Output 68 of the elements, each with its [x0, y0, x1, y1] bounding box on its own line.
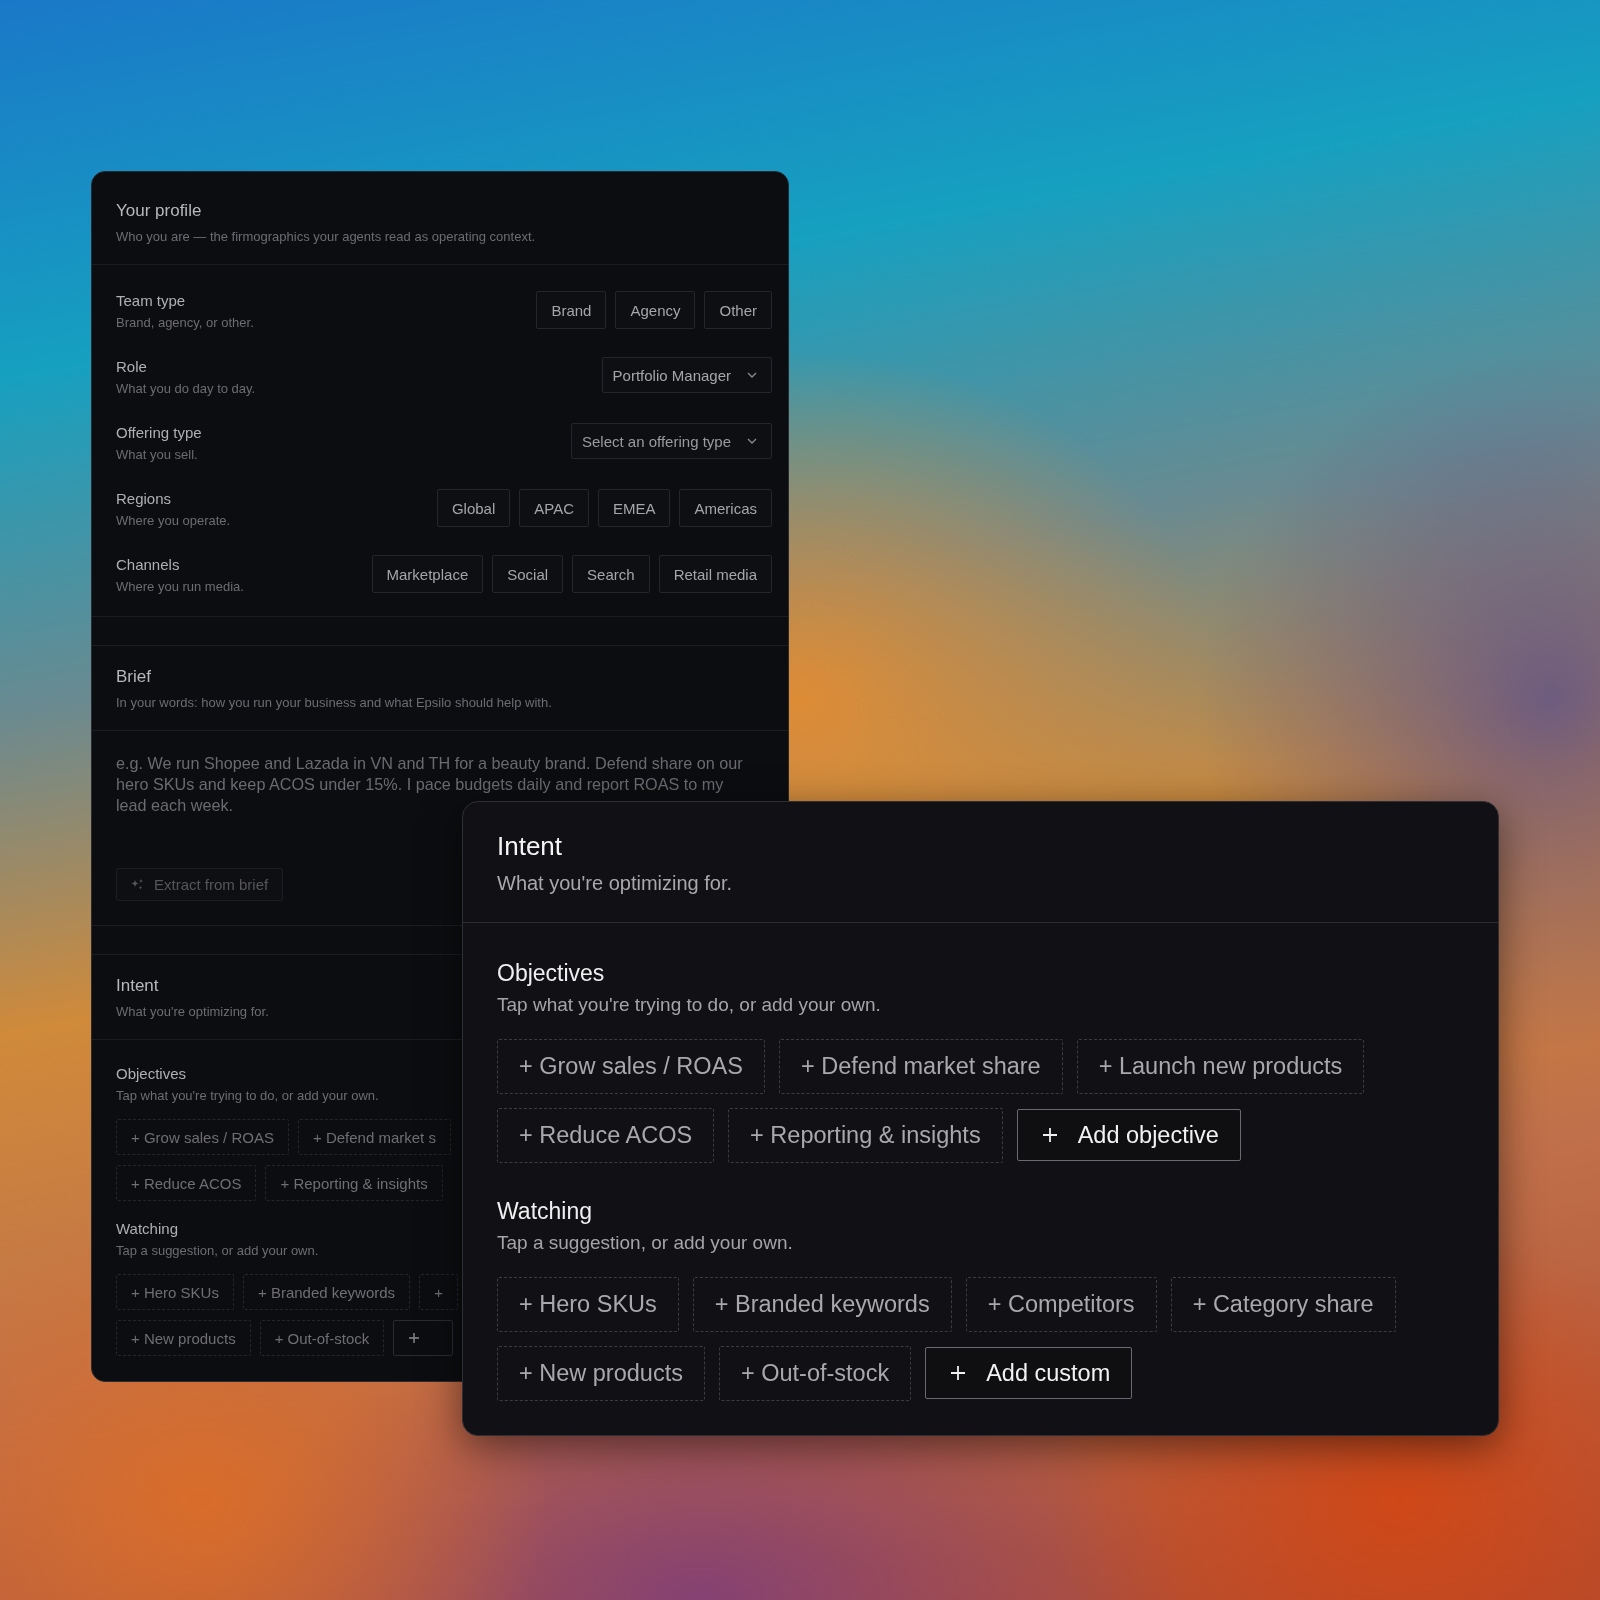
- field-label: Offering type: [116, 423, 202, 443]
- section-title: Your profile: [116, 200, 202, 222]
- field-label: Team type: [116, 291, 187, 311]
- group-title: Watching: [116, 1219, 178, 1239]
- field-hint: What you sell.: [116, 446, 199, 464]
- option-chip[interactable]: Search: [572, 555, 650, 593]
- field-label: Regions: [116, 489, 173, 509]
- group-subtitle: Tap a suggestion, or add your own.: [497, 1231, 794, 1255]
- group-title: Objectives: [116, 1064, 187, 1084]
- suggestion-chip[interactable]: + Reduce ACOS: [497, 1108, 715, 1163]
- field-label: Channels: [116, 555, 181, 575]
- chevron-down-icon: [747, 438, 757, 444]
- option-chip[interactable]: Marketplace: [371, 555, 484, 593]
- plus-icon: [408, 1332, 421, 1344]
- window-subtitle: What you're optimizing for.: [497, 871, 734, 896]
- group-subtitle: Tap what you're trying to do, or add your own.: [497, 993, 882, 1017]
- field-hint: Brand, agency, or other.: [116, 314, 254, 332]
- section-subtitle: What you're optimizing for.: [116, 1003, 269, 1021]
- suggestion-chip[interactable]: + Out-of-stock: [259, 1320, 385, 1356]
- suggestion-chip[interactable]: + Category share: [1170, 1277, 1396, 1332]
- option-chip[interactable]: EMEA: [597, 489, 671, 527]
- suggestion-chip[interactable]: + Defend market share: [779, 1039, 1063, 1094]
- option-chip[interactable]: Social: [492, 555, 564, 593]
- suggestion-chip[interactable]: + Branded keywords: [242, 1274, 411, 1310]
- suggestion-chip[interactable]: + Grow sales / ROAS: [116, 1119, 289, 1155]
- suggestion-chip[interactable]: + New products: [497, 1346, 705, 1401]
- suggestion-chip[interactable]: + New products: [116, 1320, 251, 1356]
- suggestion-chip[interactable]: + Reporting & insights: [728, 1108, 1003, 1163]
- field-hint: Where you operate.: [116, 512, 231, 530]
- field-hint: Where you run media.: [116, 578, 244, 596]
- field-label: Role: [116, 357, 148, 377]
- dropdown[interactable]: Select an offering type: [571, 423, 772, 459]
- option-chip[interactable]: Other: [704, 291, 772, 329]
- group-title: Objectives: [497, 959, 606, 987]
- add-button[interactable]: [393, 1320, 454, 1356]
- window-title: Intent: [497, 830, 564, 862]
- suggestion-chip[interactable]: + Branded keywords: [692, 1277, 952, 1332]
- suggestion-chip[interactable]: +: [419, 1274, 458, 1310]
- add-button[interactable]: Add objective: [1016, 1109, 1241, 1161]
- field-hint: What you do day to day.: [116, 380, 256, 398]
- suggestion-chip[interactable]: + Competitors: [965, 1277, 1157, 1332]
- option-chip[interactable]: Global: [436, 489, 511, 527]
- group-subtitle: Tap what you're trying to do, or add your own.: [116, 1087, 379, 1105]
- suggestion-chip[interactable]: + Reporting & insights: [265, 1165, 443, 1201]
- suggestion-chip[interactable]: + Hero SKUs: [116, 1274, 234, 1310]
- option-chip[interactable]: Retail media: [658, 555, 772, 593]
- group-subtitle: Tap a suggestion, or add your own.: [116, 1242, 319, 1260]
- option-chip[interactable]: Brand: [536, 291, 607, 329]
- option-chip[interactable]: Agency: [615, 291, 696, 329]
- plus-icon: [950, 1365, 967, 1381]
- option-chip[interactable]: Americas: [679, 489, 772, 527]
- group-title: Watching: [497, 1197, 594, 1225]
- section-subtitle: Who you are — the firmographics your agents read as operating context.: [116, 228, 536, 246]
- option-chip[interactable]: APAC: [519, 489, 589, 527]
- suggestion-chip[interactable]: + Grow sales / ROAS: [497, 1039, 765, 1094]
- plus-icon: [1041, 1127, 1058, 1143]
- add-button[interactable]: Add custom: [925, 1347, 1133, 1399]
- dropdown[interactable]: Portfolio Manager: [601, 357, 772, 393]
- chevron-down-icon: [747, 372, 757, 378]
- suggestion-chip[interactable]: + Reduce ACOS: [116, 1165, 257, 1201]
- sparkle-icon: [131, 878, 144, 891]
- section-subtitle: In your words: how you run your business and what Epsilo should help with.: [116, 694, 552, 712]
- suggestion-chip[interactable]: + Defend market s: [297, 1119, 451, 1155]
- suggestion-chip[interactable]: + Launch new products: [1076, 1039, 1365, 1094]
- suggestion-chip[interactable]: + Hero SKUs: [497, 1277, 679, 1332]
- section-title: Intent: [116, 975, 159, 997]
- section-title: Brief: [116, 666, 151, 688]
- suggestion-chip[interactable]: + Out-of-stock: [718, 1346, 912, 1401]
